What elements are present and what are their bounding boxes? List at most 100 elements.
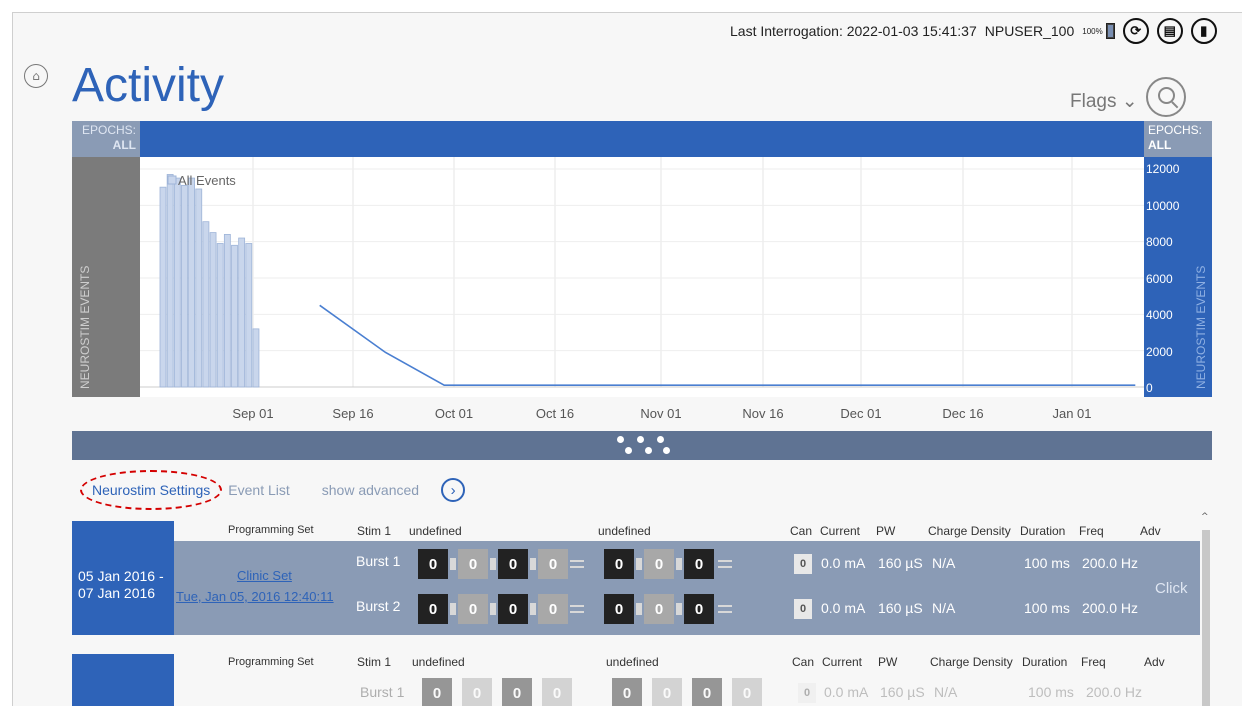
electrode-cell: 0 <box>422 678 452 706</box>
date-range-cell[interactable]: 05 Jan 2016 - 07 Jan 2016 <box>72 521 174 635</box>
burst-label: Burst 1 <box>356 553 401 569</box>
current-value: 0.0 mA <box>821 600 866 616</box>
electrode-cell[interactable]: 0 <box>458 594 488 624</box>
col-duration: Duration <box>1020 524 1066 538</box>
show-advanced-link[interactable]: show advanced <box>322 482 419 498</box>
col-current: Current <box>822 655 863 669</box>
charge-density-value: N/A <box>934 684 958 700</box>
epochs-right[interactable]: EPOCHS: ALL <box>1144 121 1212 157</box>
chart-bar <box>209 232 217 388</box>
y-tick-label: 12000 <box>1146 162 1180 176</box>
programming-set-date[interactable]: Tue, Jan 05, 2016 12:40:11 <box>176 589 334 604</box>
y-tick-label: 2000 <box>1146 344 1173 359</box>
col-programming-set: Programming Set <box>228 656 314 668</box>
chart-bar <box>252 328 260 388</box>
can-cell: 0 <box>798 683 816 703</box>
chart-bar <box>223 234 231 388</box>
col-programming-set: Programming Set <box>228 524 314 536</box>
electrode-cell[interactable]: 0 <box>538 594 568 624</box>
home-icon[interactable]: ⌂ <box>24 64 48 88</box>
epochs-left[interactable]: EPOCHS: ALL <box>72 121 140 157</box>
col-stim: Stim 1 <box>357 655 392 669</box>
electrode-cell: 0 <box>652 678 682 706</box>
scroll-up-icon[interactable]: ^ <box>1201 512 1209 522</box>
battery-indicator: 100% <box>1082 23 1115 39</box>
epochs-label: EPOCHS: <box>81 123 136 137</box>
briefcase-icon[interactable]: ▤ <box>1156 18 1183 44</box>
search-icon[interactable] <box>1146 77 1186 117</box>
electrode-connector <box>718 605 732 613</box>
y-axis-label: NEUROSTIM EVENTS <box>1194 265 1208 389</box>
charge-density-value: N/A <box>932 600 956 616</box>
col-undefined-1: undefined <box>412 655 465 669</box>
electrode-cell[interactable]: 0 <box>498 594 528 624</box>
chart-line-series <box>319 304 1136 386</box>
duration-value: 100 ms <box>1028 684 1074 700</box>
col-charge-density: Charge Density <box>930 655 1013 669</box>
scrollbar[interactable]: ^ <box>1201 512 1211 706</box>
electrode-connector <box>676 603 682 615</box>
advanced-click-cell[interactable]: Click <box>1155 580 1188 597</box>
pw-value: 160 µS <box>878 600 923 616</box>
freq-value: 200.0 Hz <box>1082 555 1139 571</box>
flags-label: Flags <box>1070 91 1117 112</box>
refresh-icon[interactable]: ⟳ <box>1122 18 1149 44</box>
current-value: 0.0 mA <box>821 555 866 571</box>
chart-bar <box>173 177 181 388</box>
chart-bar <box>166 174 174 388</box>
y-axis-label: NEUROSTIM EVENTS <box>78 265 92 389</box>
electrode-cell[interactable]: 0 <box>498 549 528 579</box>
electrode-cell[interactable]: 0 <box>418 594 448 624</box>
programming-set-name[interactable]: Clinic Set <box>237 568 292 583</box>
chart-svg: All Events <box>140 157 1144 388</box>
chevron-right-icon[interactable]: › <box>441 478 466 502</box>
flags-dropdown[interactable]: Flags ⌄ <box>1070 90 1138 113</box>
chart-bar <box>188 177 195 388</box>
charge-density-value: N/A <box>932 555 956 571</box>
drag-handle[interactable] <box>611 434 671 458</box>
signal-icon[interactable]: ▮ <box>1190 18 1217 44</box>
col-freq: Freq <box>1079 524 1104 538</box>
electrode-cell: 0 <box>612 678 642 706</box>
electrode-cell[interactable]: 0 <box>644 594 674 624</box>
tab-event-list[interactable]: Event List <box>228 482 289 498</box>
date-range-cell[interactable] <box>72 654 174 706</box>
electrode-connector <box>450 603 456 615</box>
electrode-cell[interactable]: 0 <box>418 549 448 579</box>
can-cell[interactable]: 0 <box>794 554 812 574</box>
col-freq: Freq <box>1081 655 1106 669</box>
chart-bar <box>245 243 253 388</box>
electrode-cell[interactable]: 0 <box>604 594 634 624</box>
electrode-cell[interactable]: 0 <box>684 549 714 579</box>
scroll-thumb[interactable] <box>1202 530 1210 706</box>
left-axis-panel: NEUROSTIM EVENTS <box>72 157 140 397</box>
electrode-cell[interactable]: 0 <box>458 549 488 579</box>
electrode-cell[interactable]: 0 <box>684 594 714 624</box>
epochs-value: ALL <box>112 138 136 152</box>
electrode-cell: 0 <box>502 678 532 706</box>
electrode-cell[interactable]: 0 <box>604 549 634 579</box>
activity-chart[interactable]: All Events <box>140 157 1144 397</box>
y-tick-label: 4000 <box>1146 308 1173 322</box>
can-cell[interactable]: 0 <box>794 599 812 619</box>
col-can: Can <box>790 524 813 538</box>
electrode-cell: 0 <box>732 678 762 706</box>
electrode-cell[interactable]: 0 <box>644 549 674 579</box>
electrode-cell: 0 <box>542 678 572 706</box>
electrode-cell[interactable]: 0 <box>538 549 568 579</box>
legend-swatch <box>167 175 177 185</box>
chart-bar <box>195 188 203 388</box>
chart-bar <box>238 237 246 388</box>
epochs-value: ALL <box>1148 138 1172 152</box>
col-pw: PW <box>876 524 896 538</box>
col-charge-density: Charge Density <box>928 524 1011 538</box>
chart-bar <box>159 186 167 388</box>
epoch-timeline-bar[interactable] <box>140 121 1144 157</box>
last-interrogation-text: Last Interrogation: 2022-01-03 15:41:37 <box>730 23 977 39</box>
col-undefined-2: undefined <box>598 524 651 538</box>
chart-bar <box>216 243 224 388</box>
electrode-connector <box>530 558 536 570</box>
duration-value: 100 ms <box>1024 600 1070 616</box>
tab-neurostim-settings[interactable]: Neurostim Settings <box>79 470 223 510</box>
y-tick-label: 8000 <box>1146 235 1173 249</box>
